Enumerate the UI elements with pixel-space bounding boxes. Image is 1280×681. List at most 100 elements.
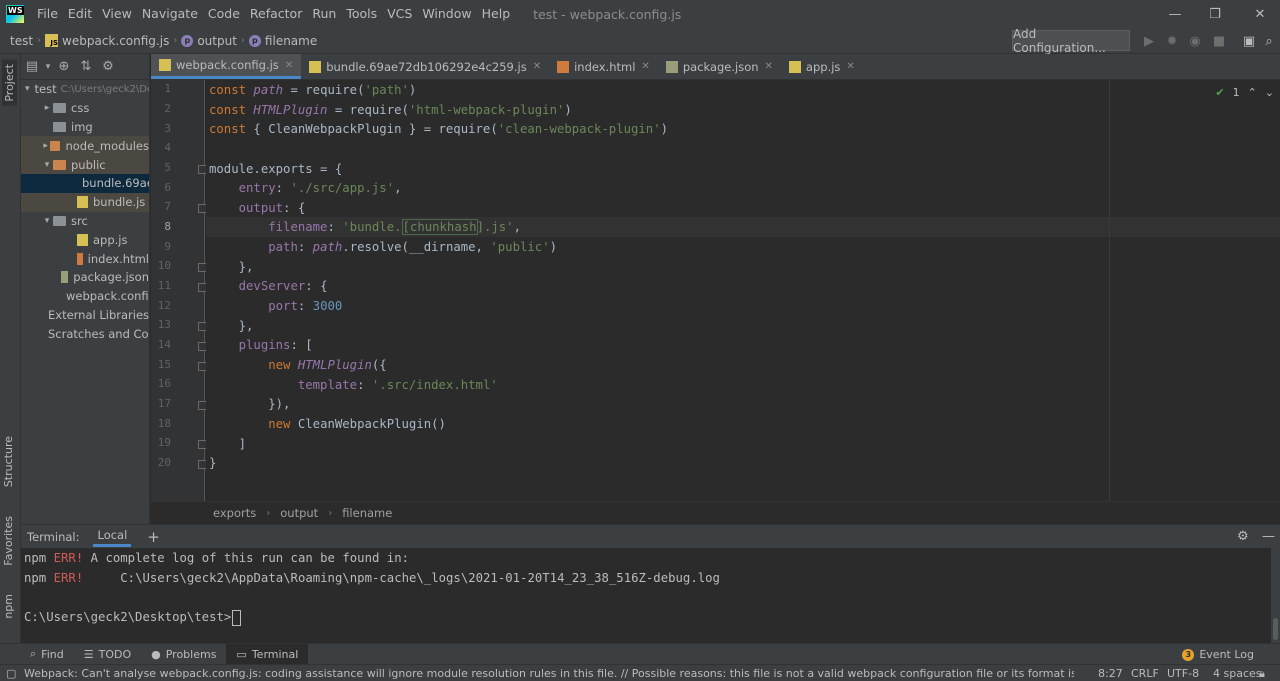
collapse-all-icon[interactable]: ⇅ bbox=[75, 59, 97, 74]
problems-tool-button[interactable]: ● Problems bbox=[141, 644, 226, 665]
gear-icon[interactable]: ⚙ bbox=[1237, 529, 1249, 544]
html-file-icon bbox=[557, 60, 570, 73]
code-line-6: entry: './src/app.js', bbox=[238, 181, 402, 195]
tree-item-bundle-hash[interactable]: bundle.69ae72db106292e4c259.js bbox=[21, 173, 149, 193]
add-configuration-button[interactable]: Add Configuration... bbox=[1012, 27, 1130, 55]
tree-item-node-modules[interactable]: ▸ node_modules bbox=[21, 136, 149, 156]
terminal-cursor bbox=[232, 609, 242, 626]
tree-item-test[interactable]: ▾ testC:\Users\geck2\Desktop\test bbox=[21, 80, 149, 99]
left-tool-strip: Project Structure Favorites npm bbox=[0, 54, 21, 643]
terminal-tool-button[interactable]: ▭ Terminal bbox=[226, 643, 309, 665]
chevron-right-icon: › bbox=[173, 35, 178, 46]
menu-navigate[interactable]: Navigate bbox=[137, 0, 203, 28]
menu-tools[interactable]: Tools bbox=[341, 0, 382, 28]
close-icon[interactable]: ✕ bbox=[765, 61, 773, 72]
nav-crumb-project[interactable]: test bbox=[10, 34, 33, 48]
close-icon[interactable]: ✕ bbox=[641, 61, 649, 72]
view-mode-icon[interactable]: ▤ bbox=[21, 59, 43, 74]
menu-refactor[interactable]: Refactor bbox=[245, 0, 307, 28]
breadcrumb-output[interactable]: output bbox=[280, 506, 318, 520]
tree-item-index-html[interactable]: index.html bbox=[21, 249, 149, 268]
line-number: 17 bbox=[157, 397, 171, 410]
project-structure-icon[interactable]: ▣ bbox=[1240, 32, 1258, 50]
tree-item-app-js[interactable]: app.js bbox=[21, 230, 149, 249]
nav-crumb-file[interactable]: JS webpack.config.js bbox=[45, 34, 169, 48]
code-line-16: template: '.src/index.html' bbox=[297, 378, 498, 392]
breadcrumb-filename[interactable]: filename bbox=[342, 506, 392, 520]
debug-icon[interactable]: ✹ bbox=[1163, 32, 1181, 50]
menu-file[interactable]: File bbox=[32, 0, 63, 28]
chevron-down-icon[interactable]: ⌄ bbox=[1265, 86, 1274, 99]
indent-setting[interactable]: 4 spaces bbox=[1213, 665, 1262, 681]
close-icon[interactable]: ✕ bbox=[846, 61, 854, 72]
line-number: 11 bbox=[157, 279, 171, 292]
tab-bundle-hash[interactable]: bundle.69ae72db106292e4c259.js ✕ bbox=[301, 54, 549, 79]
breadcrumb-exports[interactable]: exports bbox=[213, 506, 256, 520]
minimize-icon[interactable]: — bbox=[1155, 0, 1195, 28]
terminal-output[interactable]: npm ERR! A complete log of this run can … bbox=[21, 548, 1271, 643]
editor-tab-bar: webpack.config.js ✕ bundle.69ae72db10629… bbox=[151, 54, 1280, 80]
terminal-tab-local[interactable]: Local bbox=[93, 526, 132, 547]
tab-label: index.html bbox=[574, 59, 636, 74]
npm-tool-tab[interactable]: npm bbox=[2, 594, 15, 619]
tree-item-css[interactable]: ▸ css bbox=[21, 99, 149, 118]
search-everywhere-icon[interactable]: ⌕ bbox=[1260, 32, 1278, 50]
todo-tool-button[interactable]: ☰ TODO bbox=[74, 644, 141, 665]
toggle-tool-windows-icon[interactable]: ▢ bbox=[6, 667, 16, 680]
gear-icon[interactable]: ⚙ bbox=[97, 59, 119, 74]
menu-view[interactable]: View bbox=[97, 0, 137, 28]
code-line-13: }, bbox=[209, 319, 254, 333]
coverage-icon[interactable]: ◉ bbox=[1186, 32, 1204, 50]
tree-item-package-json[interactable]: package.json bbox=[21, 268, 149, 287]
tab-package-json[interactable]: package.json ✕ bbox=[658, 54, 781, 79]
locate-icon[interactable]: ⊕ bbox=[53, 59, 75, 74]
terminal-prompt[interactable]: C:\Users\geck2\Desktop\test> bbox=[24, 607, 242, 627]
tree-item-scratches[interactable]: Scratches and Consoles bbox=[21, 324, 149, 343]
terminal-scrollbar[interactable] bbox=[1271, 548, 1280, 643]
tree-item-img[interactable]: img bbox=[21, 118, 149, 137]
event-log-button[interactable]: 3 Event Log bbox=[1182, 644, 1254, 665]
chevron-down-icon[interactable]: ▾ bbox=[43, 62, 53, 72]
inspection-widget[interactable]: ✔ 1 ⌃ ⌄ bbox=[1215, 86, 1274, 99]
file-encoding[interactable]: UTF-8 bbox=[1167, 665, 1199, 681]
tree-item-src[interactable]: ▾ src bbox=[21, 212, 149, 231]
tab-index-html[interactable]: index.html ✕ bbox=[549, 54, 658, 79]
nav-crumb-filename[interactable]: p filename bbox=[248, 34, 317, 48]
tree-item-public[interactable]: ▾ public bbox=[21, 155, 149, 174]
status-message[interactable]: Webpack: Can't analyse webpack.config.js… bbox=[24, 667, 1074, 680]
code-line-5: module.exports = { bbox=[209, 162, 343, 176]
chevron-up-icon[interactable]: ⌃ bbox=[1248, 86, 1257, 99]
menu-vcs[interactable]: VCS bbox=[382, 0, 417, 28]
structure-tool-tab[interactable]: Structure bbox=[2, 436, 15, 487]
line-number: 13 bbox=[157, 318, 171, 331]
chevron-down-icon: ▾ bbox=[44, 159, 50, 170]
line-separator[interactable]: CRLF bbox=[1131, 665, 1159, 681]
caret-position[interactable]: 8:27 bbox=[1098, 665, 1123, 681]
lock-icon[interactable]: 🔒︎ bbox=[1259, 665, 1265, 681]
tab-app-js[interactable]: app.js ✕ bbox=[781, 54, 863, 79]
close-icon[interactable]: ✕ bbox=[533, 61, 541, 72]
menu-code[interactable]: Code bbox=[203, 0, 245, 28]
tree-item-bundle[interactable]: bundle.js bbox=[21, 192, 149, 212]
minimize-panel-icon[interactable]: — bbox=[1262, 529, 1275, 544]
menu-run[interactable]: Run bbox=[307, 0, 341, 28]
tree-item-external-libraries[interactable]: External Libraries bbox=[21, 306, 149, 325]
add-terminal-button[interactable]: + bbox=[147, 528, 160, 546]
close-icon[interactable]: ✕ bbox=[1240, 0, 1280, 28]
menu-help[interactable]: Help bbox=[477, 0, 516, 28]
close-icon[interactable]: ✕ bbox=[285, 60, 293, 71]
tree-item-webpack-config[interactable]: webpack.config.js bbox=[21, 287, 149, 306]
code-editor[interactable]: ✔ 1 ⌃ ⌄ const path = require('path') con… bbox=[206, 80, 1280, 501]
tab-webpack-config[interactable]: webpack.config.js ✕ bbox=[151, 54, 302, 79]
editor-gutter[interactable]: 1 2 3 4 5 6 7 8 9 10 11 12 13 14 15 16 1… bbox=[151, 80, 207, 501]
nav-crumb-output[interactable]: p output bbox=[181, 34, 237, 48]
run-icon[interactable]: ▶ bbox=[1140, 32, 1158, 50]
menu-edit[interactable]: Edit bbox=[63, 0, 97, 28]
stop-icon[interactable]: ■ bbox=[1210, 32, 1228, 50]
favorites-tool-tab[interactable]: Favorites bbox=[2, 516, 15, 566]
project-tool-tab[interactable]: Project bbox=[2, 60, 17, 106]
restore-icon[interactable]: ❐ bbox=[1195, 0, 1235, 28]
find-tool-button[interactable]: ⌕ Find bbox=[20, 644, 74, 665]
scrollbar-thumb[interactable] bbox=[1273, 618, 1278, 640]
menu-window[interactable]: Window bbox=[417, 0, 476, 28]
